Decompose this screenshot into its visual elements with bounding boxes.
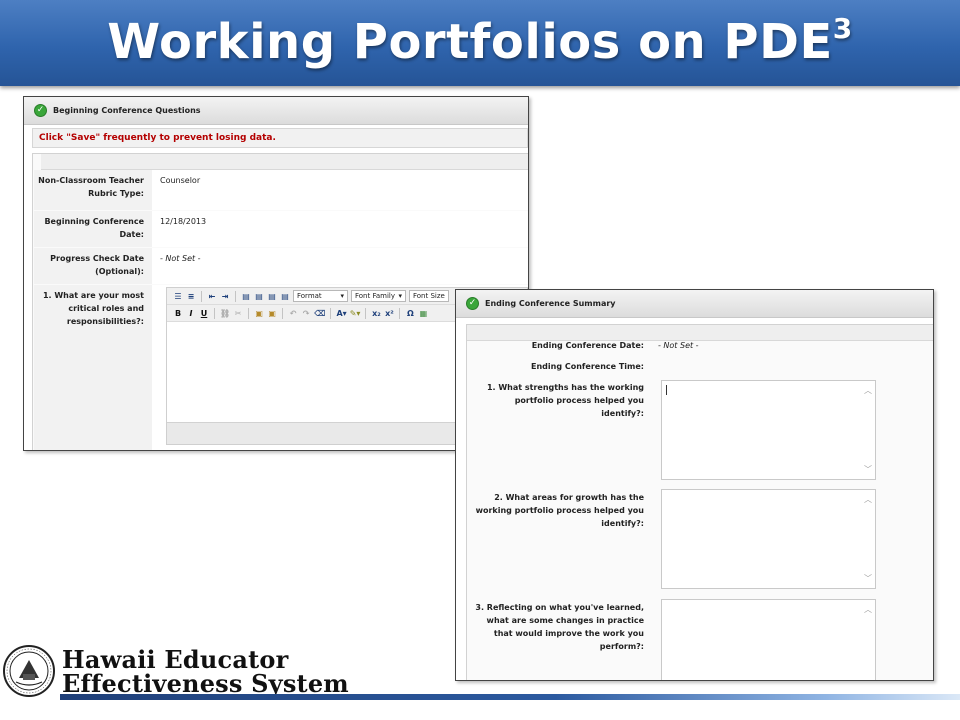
toolbar-divider xyxy=(282,307,284,319)
growth-textarea[interactable]: ︿ ﹀ xyxy=(661,489,876,589)
slide-title: Working Portfolios on PDE3 xyxy=(107,12,853,70)
toolbar-divider xyxy=(201,290,202,302)
check-icon: ✓ xyxy=(34,104,47,117)
beginning-date-label: Beginning Conference Date: xyxy=(34,211,152,247)
align-justify-icon[interactable]: ▤ xyxy=(280,292,290,301)
rubric-type-label: Non-Classroom Teacher Rubric Type: xyxy=(34,170,152,210)
paste-icon[interactable]: ▣ xyxy=(254,309,264,318)
check-icon: ✓ xyxy=(466,297,479,310)
strengths-label: 1. What strengths has the working portfo… xyxy=(486,383,644,418)
toolbar-divider xyxy=(248,307,250,319)
ending-date-label: Ending Conference Date: xyxy=(531,341,644,350)
beginning-date-row: Beginning Conference Date: 12/18/2013 xyxy=(34,211,528,247)
rubric-type-value: Counselor xyxy=(152,170,528,210)
ending-panel-header[interactable]: ✓ Ending Conference Summary xyxy=(456,290,933,318)
superscript-icon[interactable]: x² xyxy=(384,309,394,318)
numbered-list-icon[interactable]: ≡ xyxy=(186,292,196,301)
unlink-icon[interactable]: ✂ xyxy=(233,309,243,318)
state-department-of-education-seal-icon xyxy=(3,645,55,697)
format-select-value: Format xyxy=(297,292,322,300)
toolbar-divider xyxy=(235,290,236,302)
beginning-date-value[interactable]: 12/18/2013 xyxy=(152,211,528,247)
form-top-strip xyxy=(41,154,528,170)
strengths-row: 1. What strengths has the working portfo… xyxy=(470,381,652,420)
align-left-icon[interactable]: ▤ xyxy=(241,292,251,301)
toolbar-divider xyxy=(214,307,215,319)
growth-row: 2. What areas for growth has the working… xyxy=(470,491,652,530)
redo-icon[interactable]: ↷ xyxy=(301,309,311,318)
critical-roles-label: 1. What are your most critical roles and… xyxy=(34,285,152,450)
ending-time-value[interactable] xyxy=(652,360,658,373)
save-warning: Click "Save" frequently to prevent losin… xyxy=(32,128,528,148)
reflection-row: 3. Reflecting on what you've learned, wh… xyxy=(470,601,652,653)
chevron-down-icon: ▾ xyxy=(340,292,344,300)
ending-time-row: Ending Conference Time: xyxy=(470,360,658,373)
eraser-icon[interactable]: ⌫ xyxy=(314,309,325,318)
indent-icon[interactable]: ⇥ xyxy=(220,292,230,301)
ending-panel-title: Ending Conference Summary xyxy=(485,299,616,308)
scroll-up-icon[interactable]: ︿ xyxy=(864,604,872,615)
ending-date-value[interactable]: - Not Set - xyxy=(652,339,699,352)
italic-button[interactable]: I xyxy=(186,309,196,318)
link-icon[interactable]: ⛓ xyxy=(220,309,230,318)
font-size-select-value: Font Size xyxy=(413,292,445,300)
font-family-select[interactable]: Font Family ▾ xyxy=(351,290,406,302)
scroll-down-icon[interactable]: ﹀ xyxy=(864,573,872,584)
toolbar-divider xyxy=(365,307,367,319)
highlight-color-icon[interactable]: ✎▾ xyxy=(350,309,361,318)
subscript-icon[interactable]: x₂ xyxy=(371,309,381,318)
reflection-textarea[interactable]: ︿ xyxy=(661,599,876,680)
format-select[interactable]: Format ▾ xyxy=(293,290,348,302)
title-banner: Working Portfolios on PDE3 xyxy=(0,0,960,86)
toolbar-divider xyxy=(330,307,332,319)
title-superscript: 3 xyxy=(832,12,853,45)
strengths-textarea[interactable]: ︿ ﹀ xyxy=(661,380,876,480)
slide: Working Portfolios on PDE3 ✓ Beginning C… xyxy=(0,0,960,720)
image-icon[interactable]: ▦ xyxy=(418,309,428,318)
scroll-up-icon[interactable]: ︿ xyxy=(864,494,872,505)
undo-icon[interactable]: ↶ xyxy=(288,309,298,318)
rubric-type-row: Non-Classroom Teacher Rubric Type: Couns… xyxy=(34,170,528,210)
font-family-select-value: Font Family xyxy=(355,292,395,300)
chevron-down-icon: ▾ xyxy=(398,292,402,300)
bullet-list-icon[interactable]: ☰ xyxy=(173,292,183,301)
beginning-panel-title: Beginning Conference Questions xyxy=(53,106,201,115)
reflection-label: 3. Reflecting on what you've learned, wh… xyxy=(475,603,644,651)
underline-button[interactable]: U xyxy=(199,309,209,318)
growth-label: 2. What areas for growth has the working… xyxy=(475,493,644,528)
align-right-icon[interactable]: ▤ xyxy=(267,292,277,301)
bold-button[interactable]: B xyxy=(173,309,183,318)
logo-text-line-2: Effectiveness System xyxy=(62,669,349,698)
text-color-icon[interactable]: A▾ xyxy=(336,309,346,318)
font-size-select[interactable]: Font Size xyxy=(409,290,449,302)
progress-date-row: Progress Check Date (Optional): - Not Se… xyxy=(34,248,528,284)
outdent-icon[interactable]: ⇤ xyxy=(207,292,217,301)
progress-date-value[interactable]: - Not Set - xyxy=(152,248,528,284)
scroll-down-icon[interactable]: ﹀ xyxy=(864,464,872,475)
special-character-button[interactable]: Ω xyxy=(405,309,415,318)
ending-time-label: Ending Conference Time: xyxy=(531,362,644,371)
scroll-up-icon[interactable]: ︿ xyxy=(864,385,872,396)
ending-date-row: Ending Conference Date: - Not Set - xyxy=(470,339,699,352)
beginning-conference-screenshot: ✓ Beginning Conference Questions Click "… xyxy=(23,96,529,451)
toolbar-divider xyxy=(399,307,401,319)
footer-gradient-rule xyxy=(60,694,960,700)
beginning-panel-header[interactable]: ✓ Beginning Conference Questions xyxy=(24,97,528,125)
progress-date-label: Progress Check Date (Optional): xyxy=(34,248,152,284)
text-cursor xyxy=(666,385,667,395)
paste-text-icon[interactable]: ▣ xyxy=(267,309,277,318)
align-center-icon[interactable]: ▤ xyxy=(254,292,264,301)
ending-conference-screenshot: ✓ Ending Conference Summary Ending Confe… xyxy=(455,289,934,681)
